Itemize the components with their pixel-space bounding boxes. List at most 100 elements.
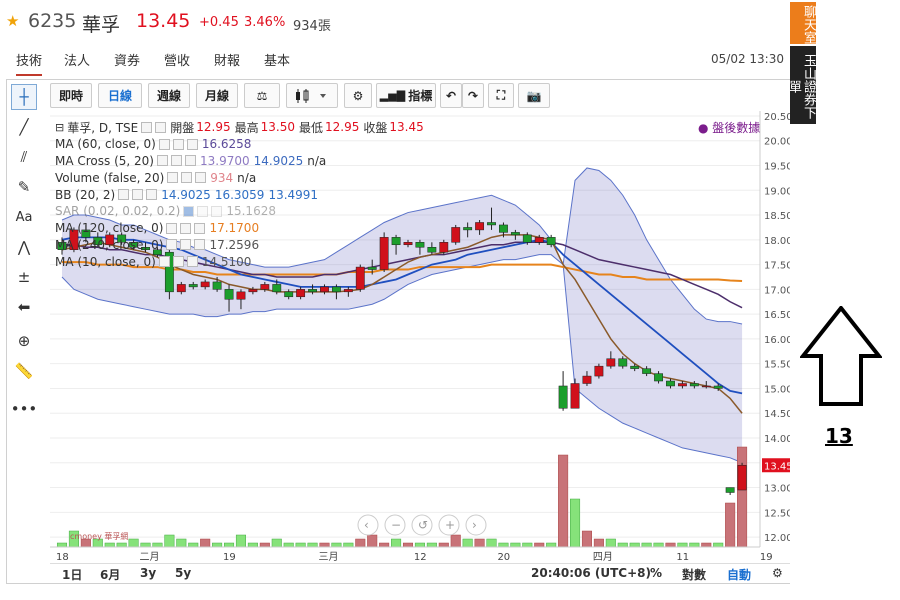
realtime-button[interactable]: 即時 — [50, 83, 92, 108]
legend-settings-icon[interactable] — [170, 155, 182, 167]
volume-bar — [510, 542, 521, 548]
crosshair-icon[interactable]: ┼ — [11, 84, 37, 110]
redo-icon[interactable]: ↷ — [462, 83, 484, 108]
range-5y[interactable]: 5y — [175, 566, 191, 580]
volume-bar — [259, 542, 270, 548]
legend-eye-icon[interactable] — [156, 155, 168, 167]
tab-financials[interactable]: 財報 — [214, 50, 240, 69]
legend-eye-icon[interactable] — [141, 121, 153, 133]
volume-bar — [402, 542, 414, 548]
tab-technical[interactable]: 技術 — [16, 50, 43, 76]
legend-settings-icon[interactable] — [181, 172, 193, 184]
legend-row-ma60: MA (60, close, 0) 16.6258 — [55, 136, 495, 153]
drawing-toolbar: ┼ ╱ ⫽ ✎ Aa ⋀ ± ⬅ ⊕ 📏 ••• — [7, 84, 44, 424]
zoom-icon[interactable]: ⊕ — [11, 328, 37, 354]
percent-toggle[interactable]: % — [650, 566, 662, 580]
legend-low-label: 最低 — [299, 120, 324, 135]
ruler-icon[interactable]: 📏 — [11, 358, 37, 384]
range-3y[interactable]: 3y — [140, 566, 156, 580]
camera-icon[interactable]: 📷 — [518, 83, 550, 108]
candle-body — [701, 385, 711, 388]
candle-body — [320, 286, 329, 293]
undo-icon[interactable]: ↶ — [440, 83, 462, 108]
candle-type-button[interactable] — [286, 83, 338, 108]
legend-remove-icon[interactable] — [184, 155, 196, 167]
legend-eye-icon[interactable] — [118, 189, 130, 201]
legend-name: BB (20, 2) — [55, 187, 116, 202]
legend-remove-icon[interactable] — [146, 189, 158, 201]
price-axis-tick: 17.50 — [764, 261, 793, 272]
legend-eye-icon[interactable] — [183, 205, 195, 217]
legend-settings-icon[interactable] — [180, 222, 192, 234]
range-1d[interactable]: 1日 — [62, 566, 82, 583]
legend-eye-icon[interactable] — [158, 138, 170, 150]
legend-settings-icon[interactable] — [172, 256, 184, 268]
text-icon[interactable]: Aa — [11, 204, 37, 230]
legend-remove-icon[interactable] — [211, 205, 223, 217]
chart-settings-icon[interactable]: ⚙ — [772, 566, 783, 580]
candle-body — [558, 385, 568, 409]
legend-settings-icon[interactable] — [180, 239, 192, 251]
arrow-icon[interactable]: ⬅ — [11, 294, 37, 320]
volume-bar — [271, 538, 282, 548]
line-icon[interactable]: ╱ — [11, 114, 37, 140]
indicators-button[interactable]: ▂▅▇ 指標 — [376, 83, 436, 108]
legend-open-value: 12.95 — [196, 120, 231, 135]
legend-eye-icon[interactable] — [158, 256, 170, 268]
legend-remove-icon[interactable] — [194, 239, 206, 251]
legend-row-sar: SAR (0.02, 0.02, 0.2) 15.1628 — [55, 203, 495, 220]
legend-settings-icon[interactable] — [172, 138, 184, 150]
chat-room-button[interactable]: 聊天室 — [790, 2, 816, 44]
broker-order-button[interactable]: 玉山證券下單 — [786, 46, 816, 124]
fib-icon[interactable]: ⫽ — [11, 144, 37, 170]
legend-eye-icon[interactable] — [167, 172, 179, 184]
price-axis-tick: 20.50 — [764, 112, 793, 123]
legend-settings-icon[interactable] — [132, 189, 144, 201]
after-hours-data-link[interactable]: ● 盤後數據 — [698, 119, 760, 136]
range-6m[interactable]: 6月 — [100, 566, 120, 583]
collapse-icon[interactable]: ⊟ — [55, 121, 64, 134]
candle-body — [260, 284, 270, 290]
pattern-icon[interactable]: ⋀ — [11, 234, 37, 260]
volume-bar — [665, 542, 676, 548]
volume-bar — [713, 542, 724, 548]
clock-time: 20:40:06 (UTC+8) — [531, 566, 651, 580]
measure-icon[interactable]: ± — [11, 264, 37, 290]
quote-timestamp: 05/02 13:30 — [711, 52, 784, 66]
brush-icon[interactable]: ✎ — [11, 174, 37, 200]
legend-eye-icon[interactable] — [166, 239, 178, 251]
tab-margin[interactable]: 資券 — [114, 50, 140, 69]
monthly-button[interactable]: 月線 — [196, 83, 238, 108]
volume-bar — [462, 538, 473, 548]
legend-remove-icon[interactable] — [194, 222, 206, 234]
candle-body — [522, 234, 532, 243]
weekly-button[interactable]: 週線 — [148, 83, 190, 108]
legend-remove-icon[interactable] — [186, 138, 198, 150]
chart-watermark: cmoney 華孚網 — [70, 531, 128, 541]
candle-body — [594, 365, 604, 377]
legend-remove-icon[interactable] — [186, 256, 198, 268]
legend-remove-icon[interactable] — [195, 172, 207, 184]
legend-eye-icon[interactable] — [166, 222, 178, 234]
volume-bar — [307, 542, 318, 548]
log-scale-toggle[interactable]: 對數 — [682, 566, 706, 583]
more-icon[interactable]: ••• — [11, 396, 38, 422]
tab-institutional[interactable]: 法人 — [64, 50, 90, 69]
fullscreen-icon[interactable]: ⛶ — [488, 83, 514, 108]
auto-scale-toggle[interactable]: 自動 — [727, 566, 751, 583]
legend-settings-icon[interactable] — [197, 205, 209, 217]
volume-bar — [152, 542, 163, 548]
candle-body — [355, 266, 365, 290]
compare-scale-icon[interactable]: ⚖ — [244, 83, 280, 108]
candle-body — [284, 291, 294, 298]
tab-basic[interactable]: 基本 — [264, 50, 290, 69]
settings-icon[interactable]: ⚙ — [344, 83, 372, 108]
daily-button[interactable]: 日線 — [98, 83, 142, 108]
price-axis-tick: 12.50 — [764, 508, 793, 519]
candle-body — [666, 380, 675, 387]
candle-body — [224, 289, 234, 300]
favorite-star-icon[interactable]: ★ — [6, 12, 19, 30]
legend-settings-icon[interactable] — [155, 121, 167, 133]
tab-revenue[interactable]: 營收 — [164, 50, 190, 69]
time-axis-tick: 12 — [414, 552, 427, 563]
